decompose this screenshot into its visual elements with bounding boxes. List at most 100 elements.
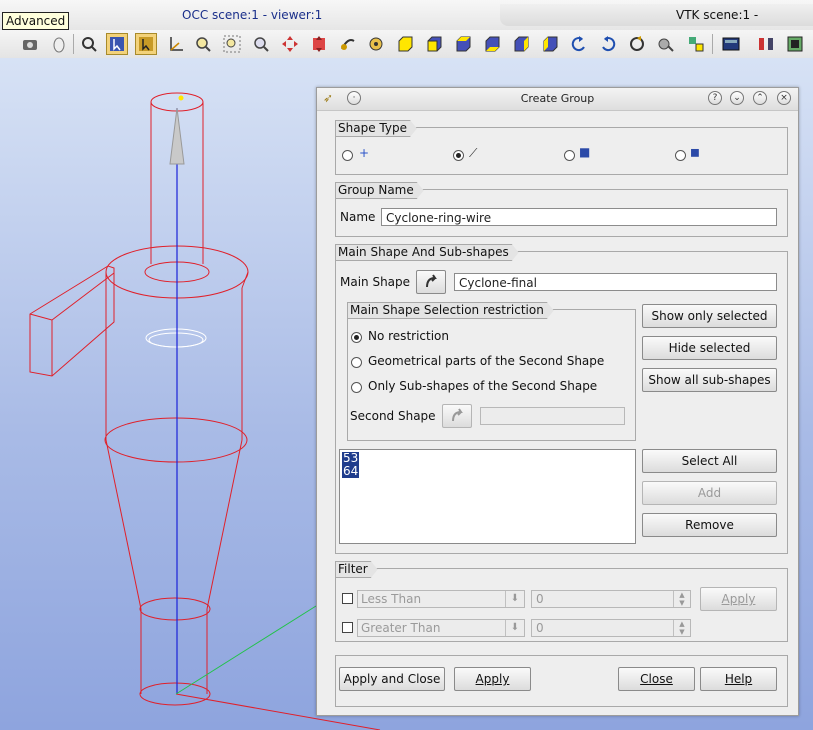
face-icon: ■ [579,145,591,159]
show-all-subshapes-button[interactable]: Show all sub-shapes [642,368,777,392]
top-view-icon[interactable] [452,33,474,55]
vertex-icon: + [359,146,370,160]
left-view-icon[interactable] [510,33,532,55]
less-than-label: Less Than [361,592,422,606]
dump-view-icon[interactable] [19,33,41,55]
restriction-subshapes-label: Only Sub-shapes of the Second Shape [368,379,598,393]
select-rect-icon[interactable] [135,33,157,55]
mirror-icon[interactable] [755,33,777,55]
restriction-title: Main Shape Selection restriction [347,302,554,319]
second-shape-label: Second Shape [350,409,436,423]
subshape-id-list[interactable]: 53 64 [339,449,636,544]
show-only-selected-button[interactable]: Show only selected [642,304,777,328]
main-shape-group: Main Shape And Sub-shapes Main Shape Cyc… [335,251,788,554]
chevron-up-icon[interactable]: ⌃ [753,91,767,105]
shape-type-radio-edge[interactable] [453,150,464,161]
rotate-ccw-icon[interactable] [568,33,590,55]
solid-icon: ◼ [690,145,700,159]
help-button[interactable]: Help [700,667,777,691]
apply-button[interactable]: Apply [454,667,531,691]
select-main-shape-button[interactable] [416,270,446,294]
greater-than-label: Greater Than [361,621,441,635]
graduated-axes-icon[interactable] [685,33,707,55]
select-second-shape-button[interactable] [442,404,472,428]
less-than-combo[interactable]: Less Than ⬇ [357,590,525,608]
reset-icon[interactable] [626,33,648,55]
select-all-button[interactable]: Select All [642,449,777,473]
filter-apply-button[interactable]: Apply [700,587,777,611]
close-button[interactable]: Close [618,667,695,691]
chevron-down-icon[interactable]: ⌄ [730,91,744,105]
select-icon[interactable] [106,33,128,55]
group-name-group: Group Name Name Cyclone-ring-wire [335,189,788,237]
tooltip: Advanced [2,12,70,30]
shape-type-title: Shape Type [335,120,417,137]
apply-label: Apply [475,672,510,686]
arrow-select-icon [452,408,463,422]
second-shape-input[interactable] [480,407,625,425]
zoom-out-icon[interactable] [250,33,272,55]
less-than-checkbox[interactable] [342,593,353,604]
fit-area-icon[interactable] [78,33,100,55]
bottom-view-icon[interactable] [481,33,503,55]
less-than-spinbox[interactable]: 0 ▲ ▼ [531,590,691,608]
greater-than-value: 0 [536,621,544,635]
back-view-icon[interactable] [423,33,445,55]
group-name-title: Group Name [335,182,424,199]
zoom-window-icon[interactable] [221,33,243,55]
rotation-point-icon[interactable] [365,33,387,55]
axes-icon[interactable] [165,33,187,55]
dialog-titlebar[interactable]: ➶ · Create Group ? ⌄ ⌃ × [317,88,798,111]
rotate-icon[interactable] [337,33,359,55]
shape-type-radio-vertex[interactable] [342,150,353,161]
edge-icon: ⟋ [469,146,478,160]
tab-vtk-viewer[interactable]: VTK scene:1 - viewer:1 [676,3,813,46]
viewer-tab-bar: OCC scene:1 - viewer:1 VTK scene:1 - vie… [0,0,813,46]
pan-icon[interactable] [279,33,301,55]
restriction-none-label: No restriction [368,329,449,343]
hide-selected-button[interactable]: Hide selected [642,336,777,360]
filter-title: Filter [335,561,378,578]
create-group-dialog: ➶ · Create Group ? ⌄ ⌃ × Shape Type + ⟋ … [316,87,799,716]
filter-group: Filter Less Than ⬇ 0 ▲ ▼ Apply Greater Th… [335,568,788,642]
main-shape-input[interactable]: Cyclone-final [454,273,777,291]
greater-than-combo[interactable]: Greater Than ⬇ [357,619,525,637]
mouse-icon[interactable] [48,33,70,55]
sync-icon[interactable] [784,33,806,55]
trihedron-icon[interactable] [720,33,742,55]
clone-view-icon[interactable] [655,33,677,55]
help-icon[interactable]: ? [708,91,722,105]
restriction-radio-geometrical[interactable] [351,357,362,368]
help-label: Help [724,672,753,686]
rotate-cw-icon[interactable] [597,33,619,55]
apply-and-close-button[interactable]: Apply and Close [339,667,445,691]
toolbar-separator [712,34,713,54]
add-button[interactable]: Add [642,481,777,505]
restriction-geometrical-label: Geometrical parts of the Second Shape [368,354,605,368]
close-label: Close [640,672,673,686]
list-item[interactable]: 64 [342,465,360,478]
main-shape-title: Main Shape And Sub-shapes [335,244,519,261]
less-than-value: 0 [536,592,544,606]
greater-than-checkbox[interactable] [342,622,353,633]
chevron-down-icon: ⬇ [505,620,524,636]
front-view-icon[interactable] [394,33,416,55]
close-icon[interactable]: × [777,91,791,105]
restriction-radio-none[interactable] [351,332,362,343]
spin-arrows-icon[interactable]: ▲ ▼ [673,620,690,636]
tab-occ-viewer[interactable]: OCC scene:1 - viewer:1 [182,3,322,27]
restriction-radio-subshapes[interactable] [351,382,362,393]
greater-than-spinbox[interactable]: 0 ▲ ▼ [531,619,691,637]
spin-arrows-icon[interactable]: ▲ ▼ [673,591,690,607]
group-name-input[interactable]: Cyclone-ring-wire [381,208,777,226]
zoom-icon[interactable] [192,33,214,55]
filter-apply-label: Apply [721,592,756,606]
shape-type-radio-face[interactable] [564,150,575,161]
shape-type-radio-solid[interactable] [675,150,686,161]
footer-group: Apply and Close Apply Close Help [335,655,788,707]
arrow-select-icon [426,274,437,288]
viewer-toolbar [0,30,813,59]
global-pan-icon[interactable] [308,33,330,55]
remove-button[interactable]: Remove [642,513,777,537]
right-view-icon[interactable] [539,33,561,55]
